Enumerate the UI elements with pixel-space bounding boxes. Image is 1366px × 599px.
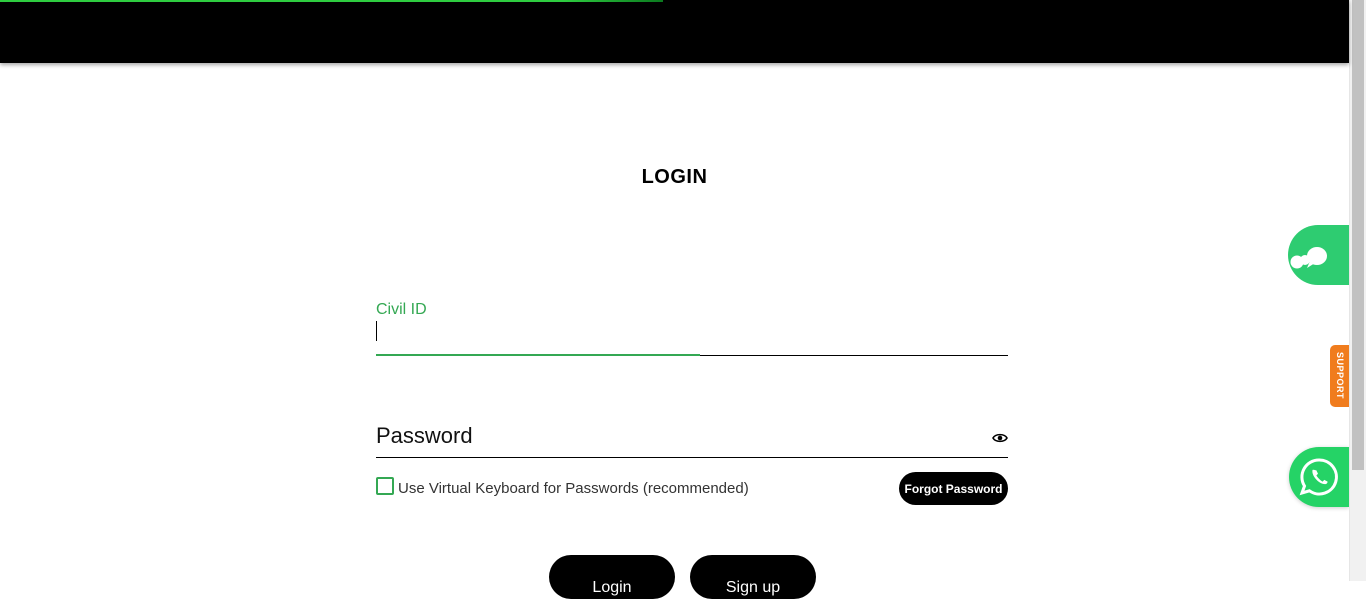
signup-button-label: Sign up [725,579,781,596]
page-title: LOGIN [641,166,708,188]
vertical-scrollbar[interactable] [1349,0,1366,581]
whatsapp-icon [1299,458,1338,496]
login-button[interactable]: Login [549,555,675,599]
signup-button[interactable]: Sign up [690,555,816,599]
virtual-keyboard-label[interactable]: Use Virtual Keyboard for Passwords (reco… [398,480,749,497]
chat-widget-button[interactable] [1288,225,1349,285]
civil-id-focus-underline [376,354,700,356]
virtual-keyboard-checkbox[interactable] [376,477,394,495]
civil-id-label: Civil ID [376,301,427,318]
forgot-password-button[interactable]: Forgot Password [899,472,1008,505]
civil-id-input[interactable] [376,320,1008,354]
text-caret [376,321,377,341]
password-input[interactable] [376,418,976,454]
password-field[interactable] [376,418,1008,458]
support-tab[interactable]: SUPPORT [1330,345,1349,407]
eye-icon[interactable] [992,432,1008,444]
scrollbar-thumb[interactable] [1352,0,1364,470]
top-header-bar [0,0,1349,63]
whatsapp-button[interactable] [1289,447,1349,507]
support-tab-label: SUPPORT [1335,352,1345,400]
chat-bubbles-icon [1290,247,1327,269]
civil-id-field[interactable]: Civil ID [376,300,1008,356]
login-button-label: Login [592,579,632,596]
page-load-progress-bar [0,0,663,2]
password-underline [376,457,1008,458]
